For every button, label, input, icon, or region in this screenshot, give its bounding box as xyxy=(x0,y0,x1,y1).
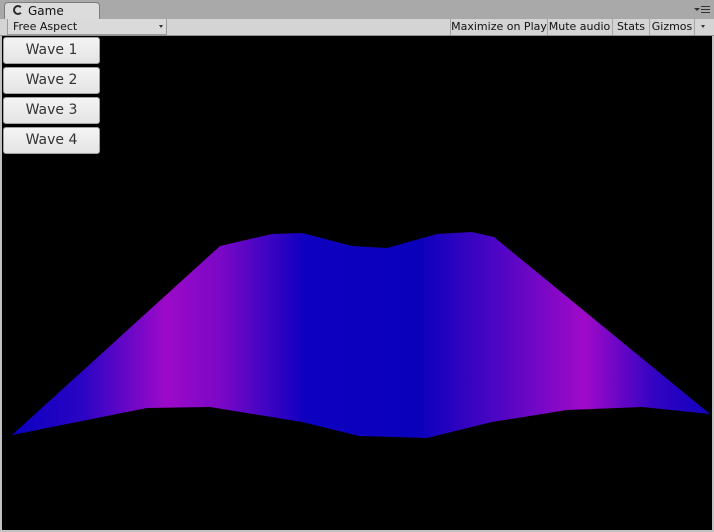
mute-label: Mute audio xyxy=(548,20,611,33)
wave-4-button[interactable]: Wave 4 xyxy=(3,127,100,154)
tab-bar: Game xyxy=(0,0,714,20)
gizmos-toggle[interactable]: Gizmos xyxy=(649,19,694,35)
game-viewport[interactable]: Wave 1 Wave 2 Wave 3 Wave 4 xyxy=(2,36,712,530)
tab-game[interactable]: Game xyxy=(4,2,100,19)
chevron-down-icon xyxy=(701,25,705,28)
stats-label: Stats xyxy=(616,20,646,33)
wave-1-button[interactable]: Wave 1 xyxy=(3,37,100,64)
aspect-label: Free Aspect xyxy=(13,20,78,33)
hamburger-icon xyxy=(701,6,710,13)
game-toolbar: Free Aspect Maximize on Play Mute audio … xyxy=(0,19,714,36)
wave-mesh xyxy=(12,232,710,438)
mute-audio-toggle[interactable]: Mute audio xyxy=(547,19,611,35)
aspect-dropdown[interactable]: Free Aspect xyxy=(7,19,167,35)
chevron-down-icon xyxy=(159,25,163,28)
tab-label: Game xyxy=(28,4,64,18)
chevron-down-icon xyxy=(694,8,700,11)
maximize-label: Maximize on Play xyxy=(451,20,547,33)
unity-icon xyxy=(13,5,23,15)
maximize-on-play-toggle[interactable]: Maximize on Play xyxy=(450,19,547,35)
wave-surface xyxy=(12,232,710,438)
gizmos-dropdown[interactable] xyxy=(694,19,712,35)
wave-2-button[interactable]: Wave 2 xyxy=(3,67,100,94)
wave-3-button[interactable]: Wave 3 xyxy=(3,97,100,124)
stats-toggle[interactable]: Stats xyxy=(612,19,649,35)
gizmos-label: Gizmos xyxy=(651,20,693,33)
